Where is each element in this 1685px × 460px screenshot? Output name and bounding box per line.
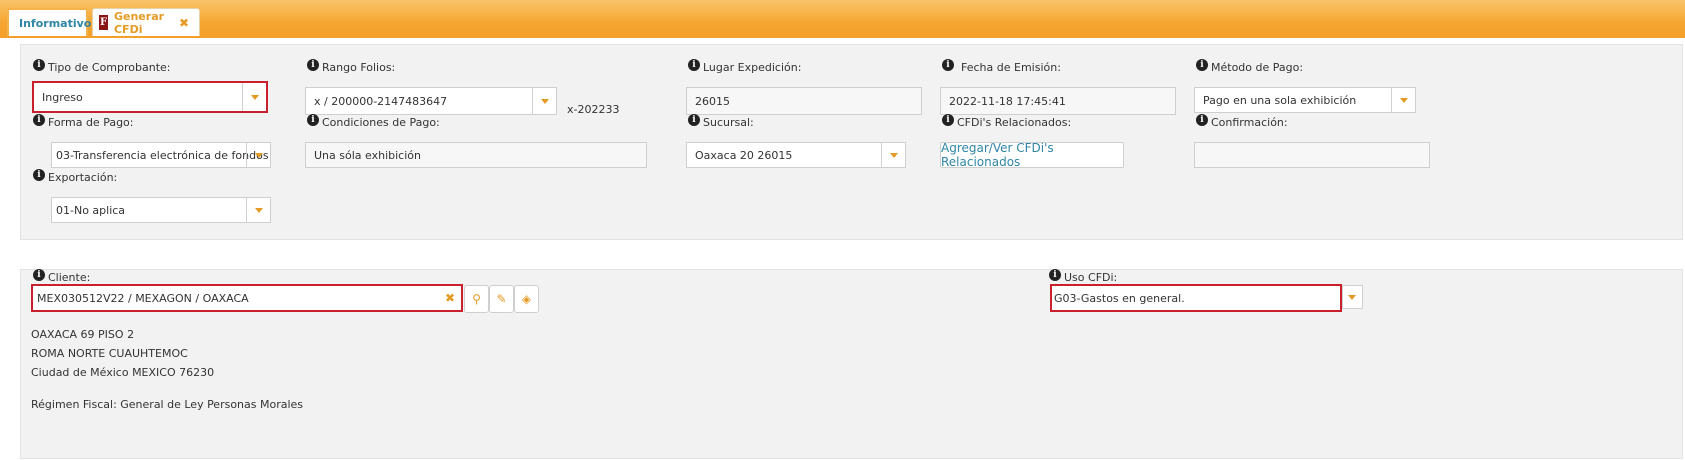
- info-icon[interactable]: i: [33, 168, 45, 181]
- rango-folios-note: x-202233: [567, 103, 620, 116]
- metodo-pago-label: i Método de Pago:: [1196, 58, 1303, 74]
- info-icon[interactable]: i: [1049, 268, 1061, 281]
- info-icon[interactable]: i: [307, 113, 319, 126]
- exportacion-select[interactable]: 01-No aplica: [51, 197, 271, 223]
- edit-pencil-icon[interactable]: ✎: [489, 285, 514, 313]
- chevron-down-icon[interactable]: [532, 88, 556, 114]
- tipo-comprobante-select[interactable]: Ingreso: [32, 81, 268, 113]
- rango-folios-select[interactable]: x / 200000-2147483647: [305, 87, 557, 115]
- sucursal-select[interactable]: Oaxaca 20 26015: [686, 142, 906, 168]
- exportacion-label: i Exportación:: [33, 168, 117, 184]
- info-icon[interactable]: i: [33, 268, 45, 281]
- chevron-down-icon[interactable]: [246, 143, 270, 167]
- agregar-cfdis-relacionados-button[interactable]: Agregar/Ver CFDi's Relacionados: [940, 141, 1124, 169]
- fecha-emision-label: i Fecha de Emisión:: [942, 58, 1061, 74]
- document-f-icon: F: [99, 15, 108, 30]
- forma-pago-value: 03-Transferencia electrónica de fondos: [56, 148, 269, 162]
- info-icon[interactable]: i: [1196, 58, 1208, 71]
- info-icon[interactable]: i: [942, 58, 954, 71]
- tag-icon[interactable]: ◈: [514, 285, 539, 313]
- chevron-down-icon[interactable]: [1343, 286, 1362, 308]
- lugar-expedicion-label: i Lugar Expedición:: [688, 58, 801, 74]
- sucursal-label: i Sucursal:: [688, 113, 754, 129]
- forma-pago-select[interactable]: 03-Transferencia electrónica de fondos: [51, 142, 271, 168]
- confirmacion-label: i Confirmación:: [1196, 113, 1288, 129]
- chevron-down-icon[interactable]: [246, 198, 270, 222]
- lugar-expedicion-value: 26015: [695, 94, 730, 108]
- cliente-value: MEX030512V22 / MEXAGON / OAXACA: [37, 291, 249, 305]
- tipo-comprobante-value: Ingreso: [42, 90, 83, 104]
- regimen-fiscal: Régimen Fiscal: General de Ley Personas …: [31, 398, 304, 411]
- info-icon[interactable]: i: [33, 58, 45, 71]
- sucursal-value: Oaxaca 20 26015: [695, 148, 793, 162]
- tab-informativo[interactable]: Informativo: [7, 8, 92, 36]
- tab-informativo-label: Informativo: [19, 16, 92, 30]
- condiciones-pago-field[interactable]: Una sóla exhibición: [305, 142, 647, 168]
- fecha-emision-value: 2022-11-18 17:45:41: [949, 94, 1066, 108]
- confirmacion-field[interactable]: [1194, 142, 1430, 168]
- info-icon[interactable]: i: [688, 58, 700, 71]
- uso-cfdi-label: i Uso CFDi:: [1049, 268, 1117, 284]
- tab-bar: Informativo F Generar CFDi ✖: [0, 0, 1685, 38]
- close-icon[interactable]: ✖: [179, 16, 189, 30]
- cliente-search-input[interactable]: MEX030512V22 / MEXAGON / OAXACA: [31, 284, 463, 312]
- uso-cfdi-select[interactable]: G03-Gastos en general.: [1050, 284, 1342, 312]
- cliente-address-line-1: OAXACA 69 PISO 2: [31, 328, 135, 341]
- info-icon[interactable]: i: [688, 113, 700, 126]
- cliente-label: i Cliente:: [33, 268, 90, 284]
- comprobante-panel: i Tipo de Comprobante: Ingreso i Rango F…: [20, 44, 1683, 240]
- fecha-emision-field[interactable]: 2022-11-18 17:45:41: [940, 87, 1176, 115]
- uso-cfdi-dropdown-button[interactable]: [1342, 285, 1363, 309]
- cliente-address-line-2: ROMA NORTE CUAUHTEMOC: [31, 347, 188, 360]
- condiciones-pago-label: i Condiciones de Pago:: [307, 113, 440, 129]
- info-icon[interactable]: i: [33, 113, 45, 126]
- uso-cfdi-value: G03-Gastos en general.: [1054, 291, 1185, 305]
- cliente-address-line-3: Ciudad de México MEXICO 76230: [31, 366, 215, 379]
- condiciones-pago-value: Una sóla exhibición: [314, 148, 421, 162]
- rango-folios-label: i Rango Folios:: [307, 58, 395, 74]
- tipo-comprobante-label: i Tipo de Comprobante:: [33, 58, 171, 74]
- tab-generar-cfdi[interactable]: F Generar CFDi ✖: [92, 8, 200, 36]
- info-icon[interactable]: i: [942, 113, 954, 126]
- chevron-down-icon[interactable]: [242, 83, 266, 111]
- chevron-down-icon[interactable]: [881, 143, 905, 167]
- clear-icon[interactable]: ✖: [440, 285, 460, 311]
- metodo-pago-value: Pago en una sola exhibición: [1203, 93, 1357, 107]
- cfdis-relacionados-label: i CFDi's Relacionados:: [942, 113, 1071, 129]
- info-icon[interactable]: i: [307, 58, 319, 71]
- lugar-expedicion-field[interactable]: 26015: [686, 87, 922, 115]
- rango-folios-value: x / 200000-2147483647: [314, 94, 448, 108]
- chevron-down-icon[interactable]: [1391, 88, 1415, 112]
- metodo-pago-select[interactable]: Pago en una sola exhibición: [1194, 87, 1416, 113]
- tab-generar-cfdi-label: Generar CFDi: [113, 9, 165, 36]
- info-icon[interactable]: i: [1196, 113, 1208, 126]
- exportacion-value: 01-No aplica: [56, 203, 126, 217]
- cliente-panel: i Cliente: MEX030512V22 / MEXAGON / OAXA…: [20, 268, 1683, 459]
- search-icon[interactable]: ⚲: [464, 285, 489, 313]
- forma-pago-label: i Forma de Pago:: [33, 113, 134, 129]
